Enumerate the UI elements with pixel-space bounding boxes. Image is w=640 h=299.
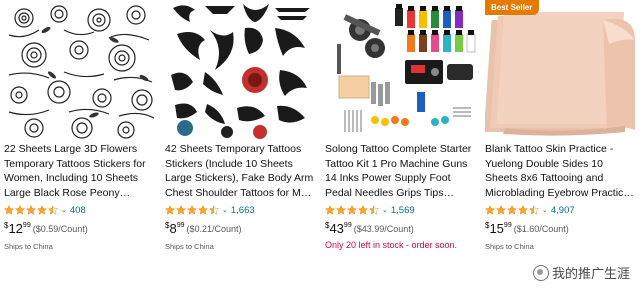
star-icon	[15, 205, 25, 215]
product-card[interactable]: 22 Sheets Large 3D Flowers Temporary Tat…	[0, 0, 160, 299]
product-title[interactable]: Blank Tattoo Skin Practice - Yuelong Dou…	[485, 142, 636, 200]
price-whole: 12	[8, 221, 23, 236]
price-whole: 43	[329, 221, 344, 236]
product-image[interactable]	[325, 0, 477, 140]
star-icon	[518, 205, 528, 215]
practice-skin-image	[485, 0, 637, 140]
half-star-icon	[48, 205, 58, 215]
chevron-down-icon[interactable]: ⌄	[61, 206, 67, 214]
price-whole: 15	[489, 221, 504, 236]
star-icon	[496, 205, 506, 215]
star-icon	[325, 205, 335, 215]
star-icon	[165, 205, 175, 215]
price-fraction: 99	[176, 222, 185, 229]
star-icon	[37, 205, 47, 215]
review-count[interactable]: 1,663	[231, 205, 255, 216]
half-star-icon	[209, 205, 219, 215]
star-icon	[198, 205, 208, 215]
star-rating[interactable]	[325, 205, 380, 215]
rating[interactable]: ⌄ 1,663	[165, 204, 316, 216]
half-star-icon	[529, 205, 539, 215]
best-seller-badge: Best Seller	[485, 0, 540, 15]
star-icon	[26, 205, 36, 215]
chevron-down-icon[interactable]: ⌄	[222, 206, 228, 214]
watermark: 我的推广生涯	[530, 262, 632, 283]
star-icon	[507, 205, 517, 215]
rating[interactable]: ⌄ 408	[4, 204, 156, 216]
rating[interactable]: ⌄ 1,569	[325, 204, 476, 216]
chevron-down-icon[interactable]: ⌄	[542, 206, 548, 214]
price-fraction: 99	[503, 222, 512, 229]
unit-price: ($0.21/Count)	[186, 224, 242, 234]
product-title[interactable]: 22 Sheets Large 3D Flowers Temporary Tat…	[4, 142, 156, 200]
review-count[interactable]: 1,569	[391, 205, 415, 216]
watermark-text: 我的推广生涯	[551, 266, 630, 281]
review-count[interactable]: 408	[70, 205, 86, 216]
product-image[interactable]: Best Seller	[485, 0, 637, 140]
star-rating[interactable]	[165, 205, 220, 215]
price-fraction: 99	[22, 222, 31, 229]
product-title[interactable]: Solong Tattoo Complete Starter Tattoo Ki…	[325, 142, 476, 200]
account-logo-icon	[532, 264, 549, 281]
star-icon	[187, 205, 197, 215]
review-count[interactable]: 4,907	[551, 205, 575, 216]
price[interactable]: $ 15 99 ($1.60/Count)	[485, 221, 636, 237]
star-icon	[176, 205, 186, 215]
chevron-down-icon[interactable]: ⌄	[382, 206, 388, 214]
product-image[interactable]	[4, 0, 156, 140]
product-card[interactable]: 42 Sheets Temporary Tattoos Stickers (In…	[160, 0, 320, 299]
price-fraction: 99	[343, 222, 352, 229]
product-card[interactable]: Solong Tattoo Complete Starter Tattoo Ki…	[320, 0, 480, 299]
unit-price: ($0.59/Count)	[32, 224, 88, 234]
half-star-icon	[369, 205, 379, 215]
unit-price: ($43.99/Count)	[353, 224, 414, 234]
price[interactable]: $ 8 99 ($0.21/Count)	[165, 221, 316, 237]
shipping-info: Ships to China	[485, 242, 534, 251]
product-grid: 22 Sheets Large 3D Flowers Temporary Tat…	[0, 0, 640, 299]
floral-tattoo-stickers-image	[4, 0, 156, 140]
price[interactable]: $ 43 99 ($43.99/Count)	[325, 221, 476, 237]
star-icon	[4, 205, 14, 215]
price-whole: 8	[169, 221, 177, 236]
product-title[interactable]: 42 Sheets Temporary Tattoos Stickers (In…	[165, 142, 316, 200]
star-icon	[336, 205, 346, 215]
shipping-info: Ships to China	[165, 242, 214, 251]
stock-warning: Only 20 left in stock - order soon.	[325, 240, 458, 250]
star-rating[interactable]	[4, 205, 59, 215]
star-icon	[485, 205, 495, 215]
tribal-tattoo-stickers-image	[165, 0, 317, 140]
product-image[interactable]	[165, 0, 317, 140]
star-rating[interactable]	[485, 205, 540, 215]
star-icon	[347, 205, 357, 215]
shipping-info: Ships to China	[4, 242, 53, 251]
product-card[interactable]: Best Seller Blank Tattoo Skin Practice -…	[480, 0, 640, 299]
rating[interactable]: ⌄ 4,907	[485, 204, 636, 216]
price[interactable]: $ 12 99 ($0.59/Count)	[4, 221, 156, 237]
star-icon	[358, 205, 368, 215]
tattoo-kit-image	[325, 0, 477, 140]
unit-price: ($1.60/Count)	[513, 224, 569, 234]
